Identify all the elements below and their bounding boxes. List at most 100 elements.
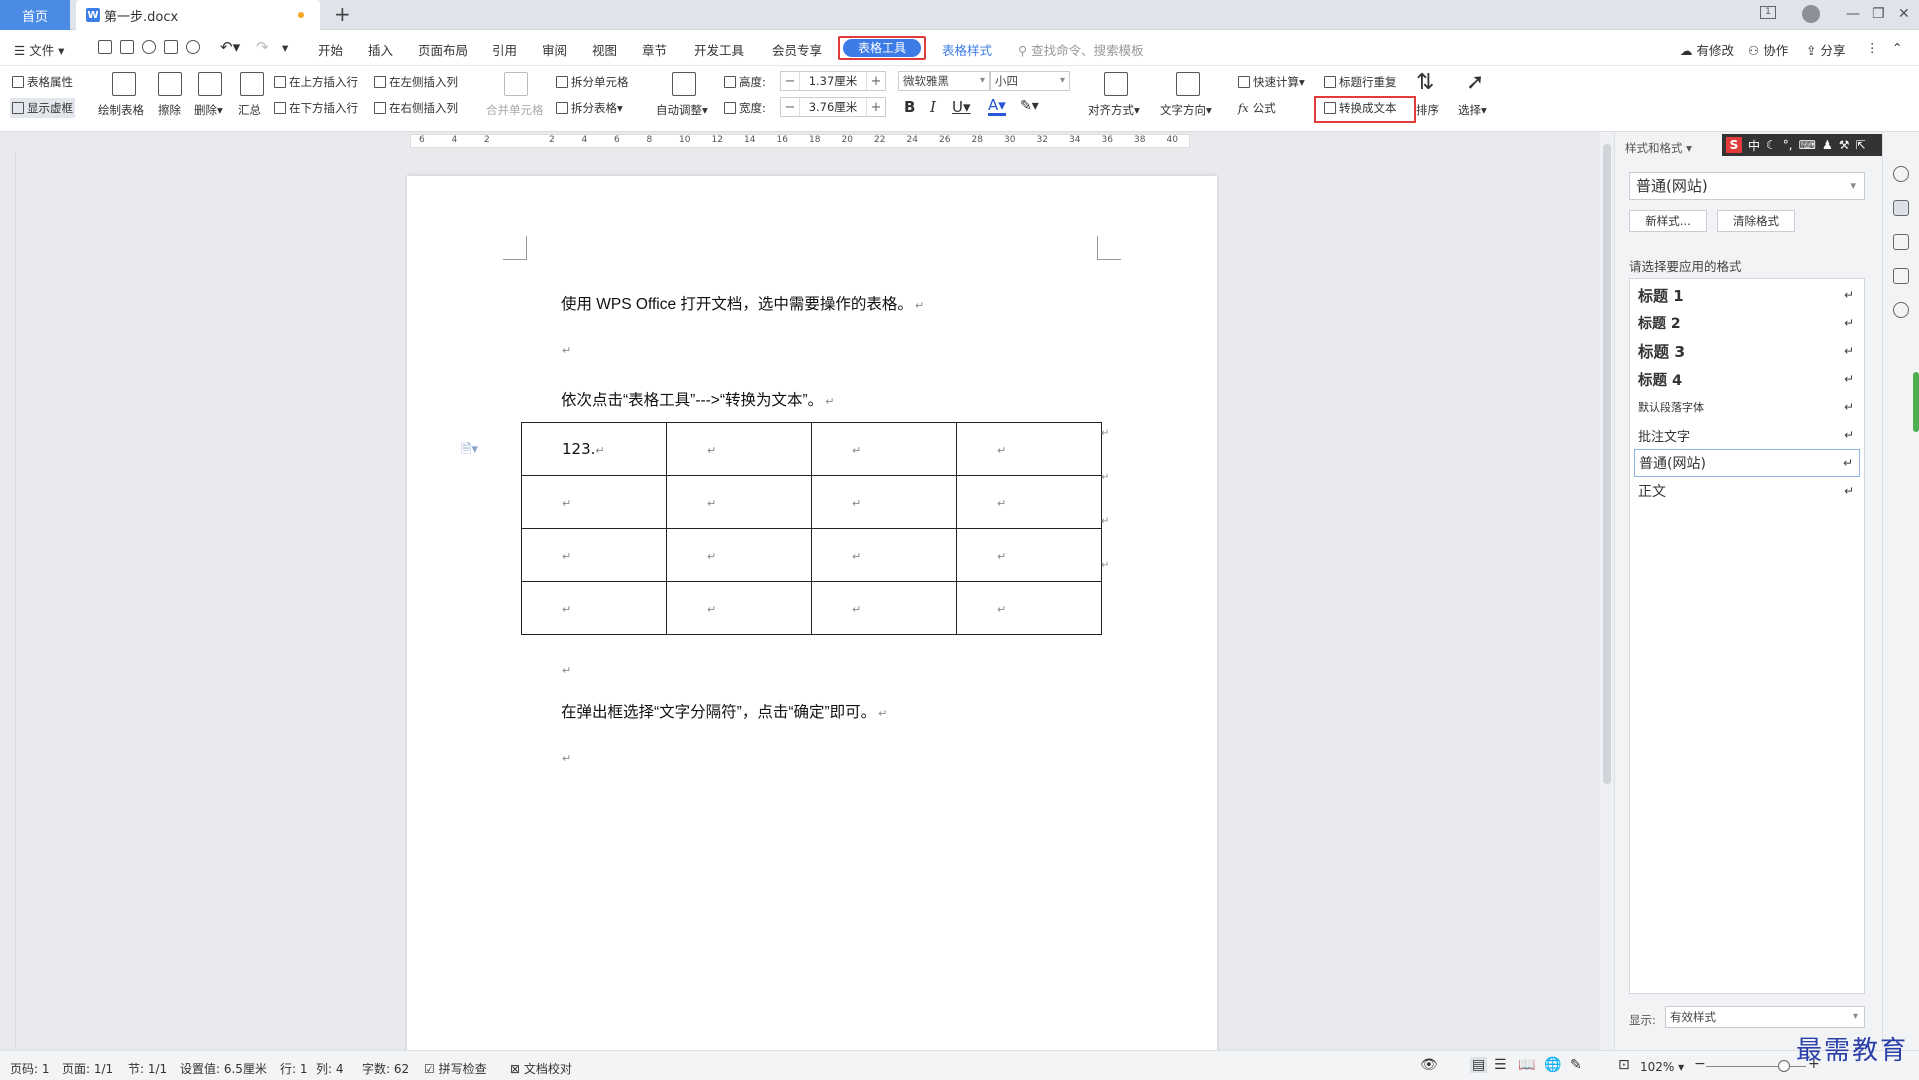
tab-view[interactable]: 视图	[592, 40, 617, 59]
window-counter-icon[interactable]: 1	[1760, 6, 1776, 19]
font-color-button[interactable]: A▾	[988, 98, 1006, 116]
format-painter-icon[interactable]	[142, 40, 156, 54]
paragraph-1[interactable]: 使用 WPS Office 打开文档，选中需要操作的表格。 ↵	[561, 292, 924, 314]
select-button[interactable]: 选择▾	[1458, 102, 1487, 118]
insert-above-button[interactable]: 在上方插入行	[274, 74, 358, 90]
proofread-button[interactable]: ⊠ 文档校对	[510, 1060, 572, 1077]
table-cell[interactable]: ↵	[956, 528, 1102, 582]
outline-view-icon[interactable]: ☰	[1494, 1057, 1507, 1073]
paragraph-3[interactable]: 在弹出框选择“文字分隔符”，点击“确定”即可。 ↵	[561, 700, 887, 722]
insert-left-button[interactable]: 在左侧插入列	[374, 74, 458, 90]
new-tab-button[interactable]: +	[334, 2, 351, 26]
sort-button[interactable]: 排序	[1416, 102, 1439, 118]
tab-document[interactable]: W 第一步.docx	[76, 0, 320, 30]
save-icon[interactable]	[120, 40, 134, 54]
new-style-button[interactable]: 新样式...	[1629, 210, 1707, 232]
zoom-slider-thumb[interactable]	[1778, 1060, 1790, 1072]
style-list-item[interactable]: 标题 1 ↵	[1634, 281, 1860, 309]
reading-view-icon[interactable]: 📖	[1518, 1057, 1535, 1073]
convert-to-text-button[interactable]: 转换成文本	[1324, 100, 1397, 116]
style-list-item[interactable]: 正文 ↵	[1634, 477, 1860, 505]
zoom-out-icon[interactable]: −	[1694, 1056, 1706, 1072]
height-value[interactable]: 1.37厘米	[799, 72, 867, 90]
status-pages[interactable]: 页面: 1/1	[62, 1060, 113, 1077]
style-list-item[interactable]: 标题 3 ↵	[1634, 337, 1860, 365]
file-menu[interactable]: ☰ 文件 ▾	[14, 40, 64, 59]
tab-developer[interactable]: 开发工具	[694, 40, 744, 59]
tab-start[interactable]: 开始	[318, 40, 343, 59]
collab-button[interactable]: ⚇ 协作	[1748, 40, 1788, 59]
table-cell[interactable]: ↵	[811, 475, 957, 529]
skin-icon[interactable]: ♟	[1822, 138, 1833, 152]
modified-button[interactable]: ☁ 有修改	[1680, 40, 1734, 59]
tab-table-tools[interactable]: 表格工具	[838, 36, 926, 60]
search-box[interactable]: ⚲ 查找命令、搜索模板	[1018, 40, 1144, 59]
web-view-icon[interactable]: 🌐	[1544, 1057, 1561, 1073]
share-button[interactable]: ⇪ 分享	[1806, 40, 1845, 59]
status-section[interactable]: 节: 1/1	[128, 1060, 167, 1077]
tab-references[interactable]: 引用	[492, 40, 517, 59]
style-list-item[interactable]: 标题 4 ↵	[1634, 365, 1860, 393]
punctuation-icon[interactable]: °,	[1783, 138, 1793, 152]
tab-table-style[interactable]: 表格样式	[942, 40, 992, 59]
style-list-item[interactable]: 普通(网站) ↵	[1634, 449, 1860, 477]
tab-insert[interactable]: 插入	[368, 40, 393, 59]
new-doc-icon[interactable]	[98, 40, 112, 54]
insert-below-button[interactable]: 在下方插入行	[274, 100, 358, 116]
minimize-icon[interactable]: —	[1846, 6, 1860, 22]
italic-button[interactable]: I	[930, 98, 936, 116]
table-props-button[interactable]: 表格属性	[12, 74, 73, 90]
tab-home[interactable]: 首页	[0, 0, 70, 30]
wrench-icon[interactable]: ⚒	[1839, 138, 1850, 152]
height-decrease-button[interactable]: −	[781, 74, 799, 89]
underline-button[interactable]: U▾	[952, 98, 971, 116]
split-table-button[interactable]: 拆分表格▾	[556, 100, 623, 116]
status-row[interactable]: 行: 1	[280, 1060, 308, 1077]
show-filter-select[interactable]: 有效样式	[1665, 1006, 1865, 1028]
restore-icon[interactable]: ❐	[1872, 6, 1885, 22]
undo-icon[interactable]: ↶▾	[220, 38, 240, 56]
width-value[interactable]: 3.76厘米	[799, 98, 867, 116]
auto-fit-button[interactable]: 自动调整▾	[656, 102, 708, 118]
table-cell[interactable]: ↵	[521, 528, 667, 582]
table-cell[interactable]: ↵	[521, 581, 667, 635]
print-preview-icon[interactable]	[186, 40, 200, 54]
ruler-scale[interactable]: 6 4 2 2 4 6 8 10 12 14 16 18 20 22 24 26 28 30 32 34 36 38 40	[410, 134, 1190, 148]
split-cells-button[interactable]: 拆分单元格	[556, 74, 629, 90]
status-words[interactable]: 字数: 62	[362, 1060, 409, 1077]
document-area[interactable]: 使用 WPS Office 打开文档，选中需要操作的表格。 ↵ ↵ 依次点击“表格…	[16, 150, 1600, 1050]
clear-format-button[interactable]: 清除格式	[1717, 210, 1795, 232]
spell-check-button[interactable]: ☑ 拼写检查	[424, 1060, 487, 1077]
highlight-button[interactable]: ✎▾	[1020, 98, 1039, 114]
settings-sliders-icon[interactable]	[1893, 268, 1909, 284]
styles-panel-title[interactable]: 样式和格式 ▾	[1625, 140, 1692, 156]
table-cell[interactable]: ↵	[811, 581, 957, 635]
font-name-select[interactable]: 微软雅黑	[898, 71, 990, 91]
formula-button[interactable]: fx 公式	[1238, 100, 1276, 116]
erase-button[interactable]: 擦除	[158, 102, 181, 118]
height-increase-button[interactable]: +	[867, 74, 885, 89]
style-pen-icon[interactable]	[1893, 200, 1909, 216]
close-icon[interactable]: ✕	[1898, 6, 1910, 22]
panel-resize-handle[interactable]	[1913, 372, 1919, 432]
font-size-select[interactable]: 小四	[990, 71, 1070, 91]
style-list-item[interactable]: 批注文字 ↵	[1634, 421, 1860, 449]
bold-button[interactable]: B	[904, 98, 915, 116]
collapse-ribbon-icon[interactable]: ⌃	[1892, 40, 1902, 55]
table-cell[interactable]: ↵	[666, 422, 812, 476]
text-direction-button[interactable]: 文字方向▾	[1160, 102, 1212, 118]
tab-chapter[interactable]: 章节	[642, 40, 667, 59]
table-cell[interactable]: ↵	[666, 528, 812, 582]
table-cell[interactable]: ↵	[666, 581, 812, 635]
vertical-ruler[interactable]	[0, 150, 16, 1050]
table-cell[interactable]: ↵	[666, 475, 812, 529]
style-list-item[interactable]: 标题 2 ↵	[1634, 309, 1860, 337]
page-view-icon[interactable]: ▤	[1470, 1057, 1488, 1073]
tab-page-layout[interactable]: 页面布局	[418, 40, 468, 59]
style-list-item[interactable]: 默认段落字体 ↵	[1634, 393, 1860, 421]
insert-right-button[interactable]: 在右侧插入列	[374, 100, 458, 116]
zoom-level[interactable]: 102% ▾	[1640, 1060, 1684, 1074]
paragraph-2[interactable]: 依次点击“表格工具”--->“转换为文本”。 ↵	[561, 388, 834, 410]
width-increase-button[interactable]: +	[867, 100, 885, 115]
width-decrease-button[interactable]: −	[781, 100, 799, 115]
